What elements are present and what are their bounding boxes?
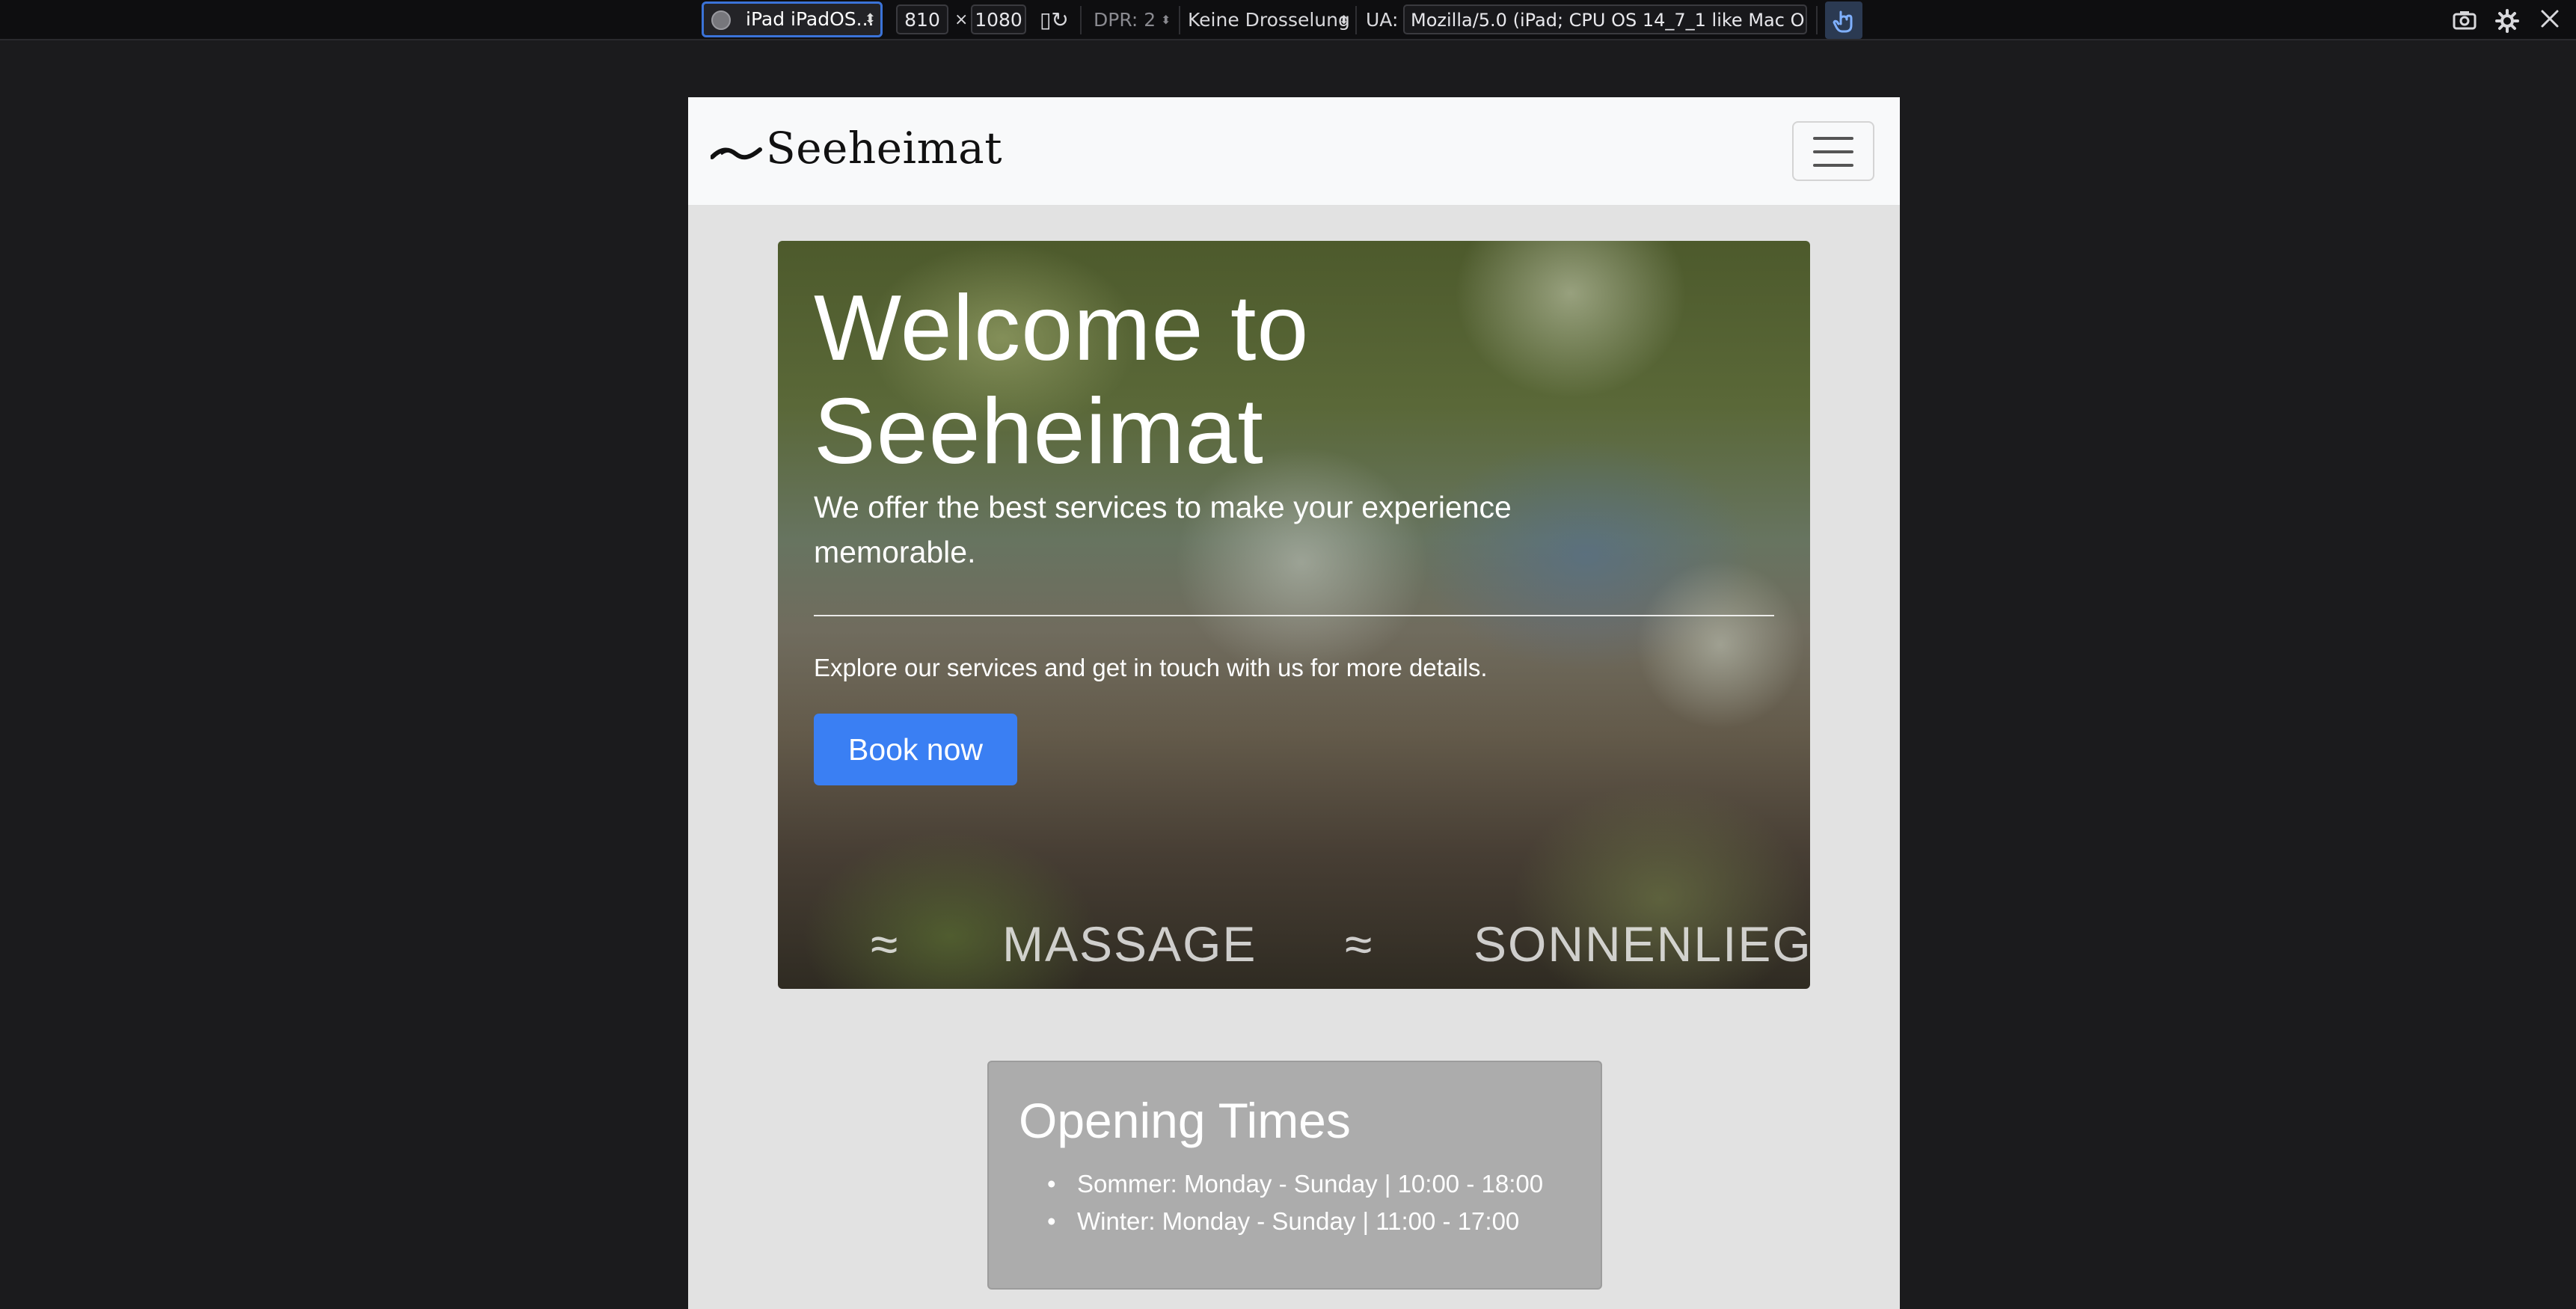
dpr-selector[interactable]: DPR: 2 [1094,0,1156,40]
rotate-device-icon[interactable]: ▯↻ [1040,0,1069,40]
hero-text: Explore our services and get in touch wi… [814,654,1488,681]
toolbar-divider [1179,6,1180,34]
opening-times-card: Opening Times Sommer: Monday - Sunday | … [987,1061,1602,1290]
hero-banner: Welcome to Seeheimat We offer the best s… [778,241,1810,989]
hero-title: Welcome to Seeheimat [814,277,1310,483]
opening-times-item: Winter: Monday - Sunday | 11:00 - 17:00 [1047,1203,1543,1240]
hamburger-icon-bar [1813,150,1853,153]
chevron-updown-icon: ⬍ [864,11,876,27]
hero-lead: We offer the best services to make your … [814,490,1512,569]
dimension-times-sign: × [954,10,969,29]
device-selector[interactable]: iPad iPadOS... ⬍ [702,1,883,37]
site-navbar: Seeheimat [688,97,1900,206]
dpr-chevron-icon: ⬍ [1161,13,1171,27]
marquee-item-massage: MASSAGE [1002,916,1257,972]
book-now-button[interactable]: Book now [814,714,1017,785]
viewport-height-input[interactable]: 1080 [971,4,1026,34]
emulated-viewport: Seeheimat Welcome to Seeheimat We offer … [688,97,1900,1309]
user-agent-input[interactable]: Mozilla/5.0 (iPad; CPU OS 14_7_1 like Ma… [1403,4,1807,34]
responsive-toolbar: iPad iPadOS... ⬍ 810 × 1080 ▯↻ DPR: 2 ⬍ … [0,0,2576,40]
opening-times-list: Sommer: Monday - Sunday | 10:00 - 18:00 … [1047,1165,1543,1240]
screenshot-camera-icon[interactable] [2452,9,2477,36]
marquee-separator: ≈ [871,916,900,972]
wave-logo-icon[interactable] [711,132,763,169]
hamburger-icon-bar [1813,164,1853,167]
toolbar-divider [1080,6,1082,34]
throttle-chevron-icon: ⬍ [1339,13,1349,27]
opening-times-title: Opening Times [1019,1093,1351,1148]
marquee-separator: ≈ [1345,916,1374,972]
toolbar-divider [1816,6,1818,34]
throttle-selector[interactable]: Keine Drosselung [1188,0,1350,40]
settings-gear-icon[interactable] [2495,9,2519,37]
hero-divider [814,615,1774,616]
touch-hand-icon [1833,10,1853,33]
marquee-item-sonnenliegen: SONNENLIEG [1473,916,1810,972]
opening-times-item: Sommer: Monday - Sunday | 10:00 - 18:00 [1047,1165,1543,1203]
touch-simulation-button[interactable] [1825,1,1862,39]
device-globe-icon [711,10,731,30]
ua-label: UA: [1366,9,1399,31]
toolbar-divider [1355,6,1357,34]
hamburger-icon-bar [1813,137,1853,140]
device-selector-label: iPad iPadOS... [746,8,874,30]
brand-name[interactable]: Seeheimat [766,118,1002,178]
services-marquee: ≈ MASSAGE ≈ SONNENLIEG [778,907,1810,981]
menu-toggle-button[interactable] [1792,121,1874,181]
close-icon[interactable] [2540,9,2560,33]
viewport-width-input[interactable]: 810 [896,4,948,34]
